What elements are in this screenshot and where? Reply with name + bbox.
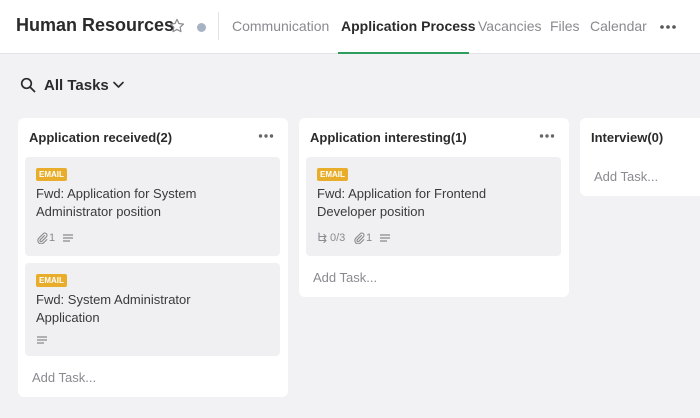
tab-communication[interactable]: Communication (232, 18, 329, 34)
task-meta (36, 334, 56, 346)
task-card[interactable]: EMAIL Fwd: Application for Frontend Deve… (306, 157, 561, 256)
paperclip-icon (37, 232, 48, 244)
task-title: Fwd: Application for Frontend Developer … (317, 186, 487, 219)
column-more-icon[interactable] (539, 133, 555, 139)
filter-label: All Tasks (44, 77, 109, 94)
column-title: Application interesting(1) (310, 130, 467, 145)
status-dot (197, 23, 206, 32)
chevron-down-icon (113, 81, 124, 88)
column-title: Application received(2) (29, 130, 173, 145)
add-task-button[interactable]: Add Task... (313, 270, 377, 285)
description-icon (380, 234, 390, 242)
tab-files[interactable]: Files (550, 18, 580, 34)
project-title: Human Resources (16, 15, 175, 35)
column-more-icon[interactable] (258, 133, 274, 139)
star-icon[interactable] (168, 17, 186, 35)
email-badge: EMAIL (317, 168, 348, 181)
email-badge: EMAIL (36, 168, 67, 181)
subtask-icon (318, 232, 327, 244)
email-badge: EMAIL (36, 274, 67, 287)
search-icon (20, 77, 36, 93)
tab-application-process[interactable]: Application Process (341, 18, 476, 34)
attachment-count: 1 (49, 232, 56, 244)
tab-calendar[interactable]: Calendar (590, 18, 647, 34)
task-meta: 1 (36, 232, 116, 244)
add-task-button[interactable]: Add Task... (32, 370, 96, 385)
task-title: Fwd: Application for System Administrato… (36, 186, 197, 219)
subtask-count: 0/3 (330, 232, 346, 244)
add-task-button[interactable]: Add Task... (594, 169, 658, 184)
task-card[interactable]: EMAIL Fwd: Application for System Admini… (25, 157, 280, 256)
attachment-count: 1 (366, 232, 373, 244)
task-title: Fwd: System Administrator Application (36, 292, 191, 325)
header-divider (218, 12, 219, 40)
tab-vacancies[interactable]: Vacancies (478, 18, 542, 34)
paperclip-icon (354, 232, 365, 244)
description-icon (63, 234, 73, 242)
task-card[interactable]: EMAIL Fwd: System Administrator Applicat… (25, 263, 280, 356)
column-application-interesting: Application interesting(1) EMAIL Fwd: Ap… (299, 118, 569, 297)
description-icon (37, 336, 47, 344)
column-title: Interview(0) (591, 130, 664, 145)
column-interview: Interview(0) Add Task... (580, 118, 700, 196)
task-meta: 0/3 1 (317, 232, 407, 244)
more-icon[interactable] (659, 20, 677, 34)
column-application-received: Application received(2) EMAIL Fwd: Appli… (18, 118, 288, 397)
active-tab-indicator (338, 52, 469, 54)
project-header: Human Resources Communication Applicatio… (0, 0, 700, 54)
